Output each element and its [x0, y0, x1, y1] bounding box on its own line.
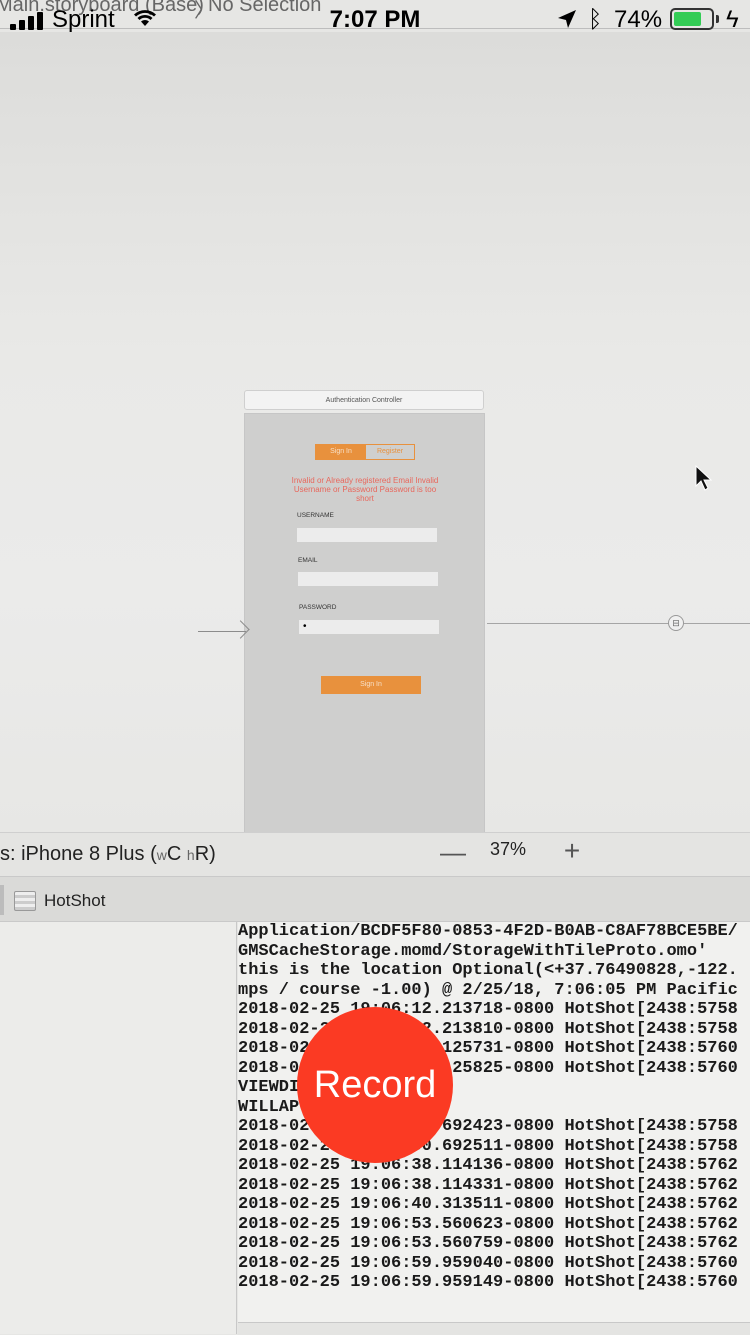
console-line: 2018-02-25 19:06:40.313511-0800 HotShot[…	[238, 1195, 738, 1214]
segment-sign-in[interactable]: Sign In	[316, 445, 366, 459]
debug-process-name[interactable]: HotShot	[44, 891, 105, 911]
sign-in-button[interactable]: Sign In	[321, 676, 421, 694]
size-class-h: h	[186, 847, 195, 863]
app-target-icon	[14, 891, 36, 911]
console-line: 2018-02-25 19:06:59.959040-0800 HotShot[…	[238, 1253, 738, 1273]
username-label: USERNAME	[297, 512, 334, 519]
device-config-label[interactable]: s: iPhone 8 Plus (wC hR)	[0, 843, 216, 866]
size-class-w-value: C	[166, 843, 182, 865]
size-class-h-value: R)	[194, 843, 216, 865]
password-label: PASSWORD	[299, 604, 337, 611]
password-field[interactable]: •	[299, 620, 439, 634]
signin-register-segmented-control[interactable]: Sign In Register	[315, 444, 415, 460]
segue-icon[interactable]: ⊟	[668, 615, 684, 631]
battery-icon	[670, 8, 714, 30]
console-filter-bar	[238, 1322, 750, 1335]
toolbar-divider	[0, 885, 4, 915]
bluetooth-icon: ᛒ	[588, 6, 603, 33]
console-line: GMSCacheStorage.momd/StorageWithTileProt…	[238, 941, 708, 961]
console-line: 2018-02-25 19:06:38.114331-0800 HotShot[…	[238, 1175, 738, 1195]
zoom-out-button[interactable]: —	[440, 837, 466, 868]
zoom-in-button[interactable]: +	[560, 835, 584, 867]
zoom-level[interactable]: 37%	[490, 839, 526, 860]
console-line: 2018-02-25 19:06:12.213718-0800 HotShot[…	[238, 1000, 738, 1019]
console-line: 2018-02-25 19:06:59.959149-0800 HotShot[…	[238, 1273, 738, 1292]
mouse-pointer-icon	[695, 464, 712, 491]
record-button[interactable]: Record	[297, 1007, 453, 1163]
email-field[interactable]	[298, 572, 438, 586]
segment-register[interactable]: Register	[366, 445, 414, 459]
size-class-w: w	[156, 847, 167, 863]
segue-line	[487, 623, 750, 624]
location-arrow-icon	[558, 10, 576, 28]
console-line: Application/BCDF5F80-0853-4F2D-B0AB-C8AF…	[238, 922, 738, 941]
canvas-bottom-bar: s: iPhone 8 Plus (wC hR) — 37% +	[0, 832, 750, 877]
debug-toolbar: HotShot	[0, 876, 750, 922]
console-line: 2018-02-25 19:06:53.560623-0800 HotShot[…	[238, 1214, 738, 1234]
console-line: this is the location Optional(<+37.76490…	[238, 961, 738, 980]
charging-icon: ϟ	[726, 6, 739, 33]
console-line: 2018-02-25 19:06:53.560759-0800 HotShot[…	[238, 1234, 738, 1253]
variables-pane[interactable]	[0, 922, 237, 1334]
error-label: Invalid or Already registered Email Inva…	[291, 476, 439, 503]
email-label: EMAIL	[298, 557, 318, 564]
battery-tip	[716, 15, 719, 23]
username-field[interactable]	[297, 528, 437, 542]
console-line: 2018-02-25 19:06:38.114136-0800 HotShot[…	[238, 1156, 738, 1175]
battery-level	[674, 12, 701, 26]
battery-percentage: 74%	[614, 6, 663, 33]
device-name: s: iPhone 8 Plus (	[0, 843, 157, 865]
authentication-scene[interactable]: Sign In Register Invalid or Already regi…	[244, 413, 485, 833]
console-line: 2018-02-25 19:06:30.692511-0800 HotShot[…	[238, 1136, 738, 1156]
ios-status-bar: Sprint 7:07 PM ᛒ 74% ϟ	[0, 0, 750, 40]
scene-title-bar[interactable]: Authentication Controller	[244, 390, 484, 410]
console-line: mps / course -1.00) @ 2/25/18, 7:06:05 P…	[238, 980, 738, 1000]
